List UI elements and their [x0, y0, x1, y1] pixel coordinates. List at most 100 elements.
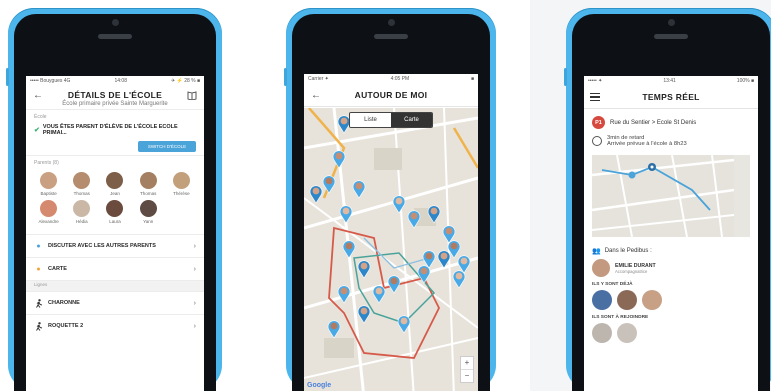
parent-avatar[interactable]: Laura: [98, 200, 131, 224]
speaker-grille: [374, 34, 408, 39]
parents-section-label: Parents (8): [34, 160, 59, 166]
status-battery: ✈ ⚡ 28 % ■: [171, 78, 200, 84]
volume-button: [284, 68, 287, 86]
parent-name: Thomas: [140, 191, 157, 196]
parent-name: Alexandre: [38, 219, 59, 224]
group-icon: 👥: [592, 248, 601, 255]
tab-list[interactable]: Liste: [350, 113, 391, 127]
delay-info: 3min de retard Arrivée prévue à l'école …: [584, 132, 758, 150]
status-bar: ••••• ✦ 13:41 100% ■: [584, 76, 758, 86]
parent-name: Thomas: [73, 191, 90, 196]
avatar[interactable]: [617, 290, 637, 310]
avatar: [139, 172, 157, 189]
zoom-out-button[interactable]: −: [461, 369, 473, 382]
speaker-grille: [654, 34, 688, 39]
member-name: EMILIE DURANT: [615, 262, 656, 269]
parent-name: Hédia: [75, 219, 88, 224]
avatar[interactable]: [592, 323, 612, 343]
check-icon: ✔: [34, 127, 40, 134]
front-camera: [668, 19, 675, 26]
zoom-in-button[interactable]: +: [461, 357, 473, 369]
parent-avatar[interactable]: Jean: [98, 172, 131, 196]
school-subtitle: École primaire privée Sainte Marguerite: [62, 101, 168, 107]
map-view[interactable]: Google + −: [304, 108, 478, 391]
avatar[interactable]: [642, 290, 662, 310]
chevron-right-icon: ›: [193, 299, 196, 307]
route-badge: P1: [592, 116, 605, 129]
menu-item-line-charonne[interactable]: CHARONNE ›: [26, 291, 204, 314]
menu-label: ROQUETTE 2: [48, 323, 84, 329]
chevron-right-icon: ›: [193, 242, 196, 250]
avatar: [106, 172, 124, 189]
status-carrier: ••••• ✦: [588, 78, 603, 84]
zoom-control[interactable]: + −: [460, 356, 474, 383]
on-board-avatars: [584, 288, 758, 312]
avatar: [40, 200, 58, 217]
book-icon[interactable]: [186, 89, 198, 101]
route-minimap[interactable]: [592, 155, 750, 237]
parent-avatar[interactable]: Baptiste: [32, 172, 65, 196]
status-time: 4:05 PM: [390, 76, 410, 82]
screen-real-time: ••••• ✦ 13:41 100% ■ TEMPS RÉEL P1 Rue d…: [584, 76, 758, 391]
chat-icon: ●: [36, 242, 41, 250]
google-logo: Google: [307, 382, 332, 389]
screen-school-details: ••••• Bouygues 4G 14:08 ✈ ⚡ 28 % ■ ← DÉT…: [26, 76, 204, 391]
parent-name: Thérèse: [173, 191, 190, 196]
page-title: TEMPS RÉEL: [642, 92, 700, 102]
menu-label: CHARONNE: [48, 300, 80, 306]
pedibus-label: Dans le Pedibus :: [604, 248, 652, 254]
parent-name: Jean: [110, 191, 120, 196]
minimap-canvas: [592, 155, 735, 237]
chevron-right-icon: ›: [193, 322, 196, 330]
parent-avatar[interactable]: Thérèse: [165, 172, 198, 196]
avatar: [592, 259, 610, 277]
member-row[interactable]: EMILIE DURANT Accompagnatrice: [584, 257, 758, 279]
parent-avatar[interactable]: Alexandre: [32, 200, 65, 224]
arrival-text: Arrivée prévue à l'école à 8h23: [607, 141, 687, 147]
lines-section-label: Lignes: [26, 280, 204, 291]
status-time: 14:08: [114, 78, 127, 84]
status-battery: ■: [470, 76, 474, 82]
back-arrow-icon[interactable]: ←: [310, 89, 322, 101]
volume-button: [564, 68, 567, 86]
parent-avatar[interactable]: Yann: [132, 200, 165, 224]
menu-item-line-roquette[interactable]: ROQUETTE 2 ›: [26, 314, 204, 337]
parent-status: ✔ VOUS ÊTES PARENT D'ÉLÈVE DE L'ÉCOLE EC…: [26, 122, 204, 138]
route-text: Rue du Sentier > Ecole St Denis: [610, 119, 697, 126]
avatar: [73, 172, 91, 189]
map-canvas: [304, 108, 478, 391]
status-carrier: ••••• Bouygues 4G: [30, 78, 71, 84]
status-battery: 100% ■: [736, 78, 754, 84]
screen-around-me: Carrier ✦ 4:05 PM ■ ← AUTOUR DE MOI Goog…: [304, 74, 478, 391]
header: ← AUTOUR DE MOI: [304, 84, 478, 107]
parent-avatar[interactable]: Hédia: [65, 200, 98, 224]
menu-label: DISCUTER AVEC LES AUTRES PARENTS: [48, 243, 156, 249]
phone-real-time: ••••• ✦ 13:41 100% ■ TEMPS RÉEL P1 Rue d…: [564, 8, 771, 391]
parent-name: Laura: [109, 219, 121, 224]
hamburger-menu-icon[interactable]: [590, 92, 600, 102]
phone-around-me: Carrier ✦ 4:05 PM ■ ← AUTOUR DE MOI Goog…: [284, 8, 496, 391]
change-school-button[interactable]: SWITCH D'ÉCOLE: [138, 141, 196, 152]
avatar[interactable]: [592, 290, 612, 310]
front-camera: [388, 19, 395, 26]
parent-name: Yann: [143, 219, 154, 224]
menu-item-discuss[interactable]: ● DISCUTER AVEC LES AUTRES PARENTS ›: [26, 234, 204, 257]
header: TEMPS RÉEL: [584, 86, 758, 109]
menu-item-map[interactable]: ● CARTE ›: [26, 257, 204, 280]
avatar: [172, 172, 190, 189]
phone-school-details: ••••• Bouygues 4G 14:08 ✈ ⚡ 28 % ■ ← DÉT…: [6, 8, 222, 391]
menu-label: CARTE: [48, 266, 67, 272]
school-section-label: École: [34, 114, 47, 120]
member-role: Accompagnatrice: [615, 268, 648, 274]
parent-avatar[interactable]: Thomas: [65, 172, 98, 196]
parent-avatar[interactable]: Thomas: [132, 172, 165, 196]
walker-icon: [34, 321, 43, 331]
status-bar: ••••• Bouygues 4G 14:08 ✈ ⚡ 28 % ■: [26, 76, 204, 86]
clock-icon: [592, 136, 602, 146]
map-pin-icon: ●: [36, 265, 41, 273]
tab-map[interactable]: Carte: [391, 113, 432, 127]
avatar[interactable]: [617, 323, 637, 343]
back-arrow-icon[interactable]: ←: [32, 89, 44, 101]
view-toggle: Liste Carte: [349, 112, 433, 128]
walker-icon: [34, 298, 43, 308]
